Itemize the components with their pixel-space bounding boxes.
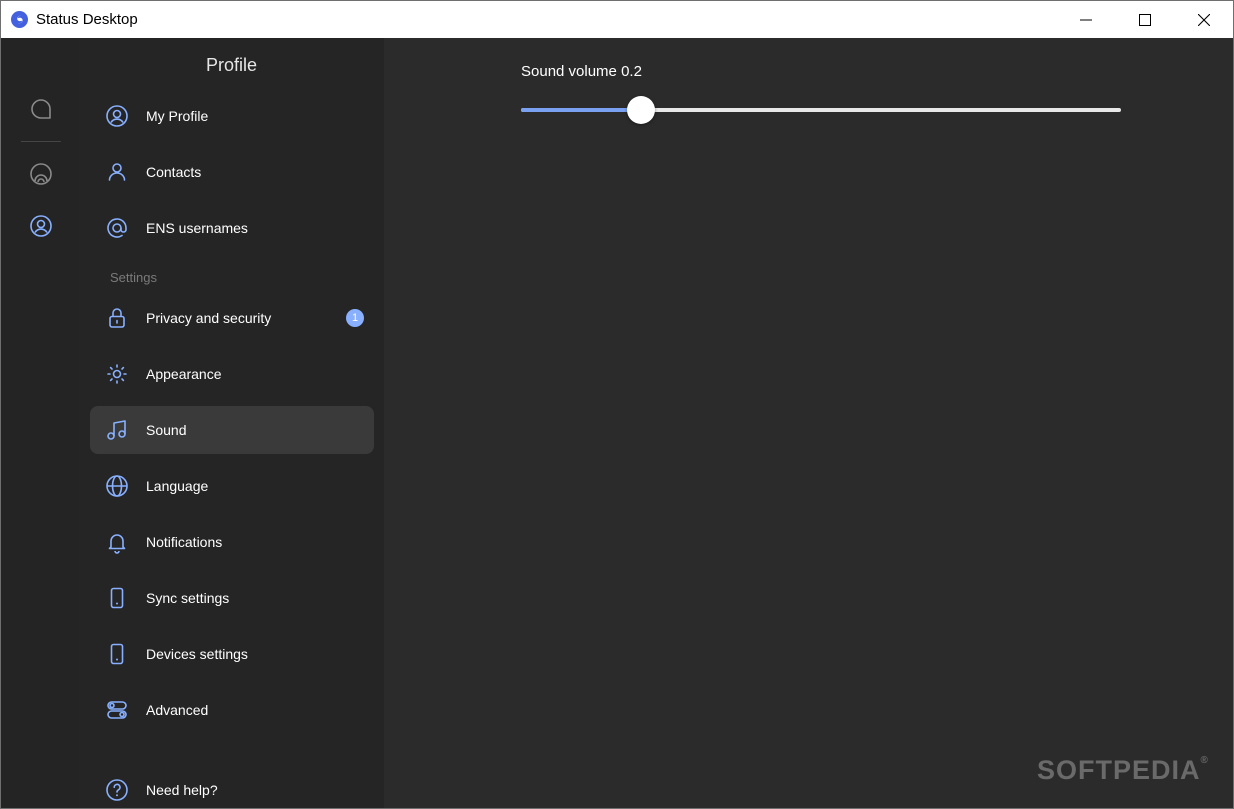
sidebar-item-label: Devices settings <box>146 646 248 662</box>
sidebar-item-contacts[interactable]: Contacts <box>90 148 374 196</box>
chat-bubble-icon <box>31 99 51 119</box>
sidebar-item-my-profile[interactable]: My Profile <box>90 92 374 140</box>
sidebar-item-sync-settings[interactable]: Sync settings <box>90 574 374 622</box>
registered-mark: ® <box>1200 755 1209 766</box>
softpedia-watermark: SOFTPEDIA® <box>1037 755 1209 786</box>
app-navigation-rail <box>1 38 79 808</box>
sound-volume-label: Sound volume 0.2 <box>521 63 642 80</box>
toggles-icon <box>107 701 127 719</box>
slider-fill <box>521 108 641 112</box>
sidebar-title: Profile <box>205 55 258 75</box>
rail-profile-button[interactable] <box>23 208 59 244</box>
sidebar-item-label: Privacy and security <box>146 310 272 326</box>
rail-browser-button[interactable] <box>23 156 59 192</box>
maximize-button[interactable] <box>1116 1 1174 38</box>
sidebar-item-label: Appearance <box>146 366 222 382</box>
sound-volume-slider[interactable] <box>521 96 1121 124</box>
notification-badge: 1 <box>346 309 364 327</box>
rail-divider <box>21 141 61 142</box>
sidebar-item-label: Advanced <box>146 702 209 718</box>
profile-sidebar: Profile My Profile Contacts ENS username… <box>79 38 384 808</box>
sidebar-item-ens-usernames[interactable]: ENS usernames <box>90 204 374 252</box>
maximize-icon <box>1139 13 1151 26</box>
window-title: Status Desktop <box>36 11 138 28</box>
close-button[interactable] <box>1175 1 1233 38</box>
sidebar-item-label: Notifications <box>146 534 223 550</box>
rail-chat-button[interactable] <box>23 91 59 127</box>
globe-icon <box>106 475 128 497</box>
sidebar-item-notifications[interactable]: Notifications <box>90 518 374 566</box>
bell-icon <box>108 534 126 554</box>
profile-icon <box>30 215 52 237</box>
settings-section-label: Settings <box>110 270 157 285</box>
sidebar-item-label: Sound <box>146 422 187 438</box>
sound-settings-panel: Sound volume 0.2 <box>384 38 1233 808</box>
sidebar-item-advanced[interactable]: Advanced <box>90 686 374 734</box>
sidebar-item-label: ENS usernames <box>146 220 248 236</box>
mobile-device-icon <box>110 643 124 665</box>
sun-icon <box>107 364 127 384</box>
sidebar-item-label: Sync settings <box>146 590 230 606</box>
sidebar-item-label: Language <box>146 478 209 494</box>
profile-circle-icon <box>106 105 128 127</box>
dapp-browser-icon <box>30 163 52 185</box>
status-logo-icon <box>11 11 28 28</box>
lock-icon <box>109 308 125 328</box>
sidebar-item-label: My Profile <box>146 108 209 124</box>
app-window: Status Desktop Profile My Profile Contac… <box>0 0 1234 809</box>
sidebar-item-label: Contacts <box>146 164 202 180</box>
mobile-sync-icon <box>110 587 124 609</box>
minimize-icon <box>1080 19 1092 20</box>
watermark-text: SOFTPEDIA <box>1037 755 1201 785</box>
slider-thumb[interactable] <box>627 96 655 124</box>
help-icon <box>106 779 128 801</box>
music-note-icon <box>107 420 126 440</box>
sidebar-item-need-help[interactable]: Need help? <box>90 766 374 808</box>
minimize-button[interactable] <box>1057 1 1115 38</box>
at-sign-icon <box>107 218 127 238</box>
sidebar-item-devices-settings[interactable]: Devices settings <box>90 630 374 678</box>
sidebar-item-sound[interactable]: Sound <box>90 406 374 454</box>
sidebar-item-privacy-and-security[interactable]: Privacy and security 1 <box>90 294 374 342</box>
sidebar-item-appearance[interactable]: Appearance <box>90 350 374 398</box>
sidebar-item-language[interactable]: Language <box>90 462 374 510</box>
contact-icon <box>108 163 126 181</box>
close-icon <box>1198 13 1210 26</box>
title-bar: Status Desktop <box>1 1 1233 38</box>
sidebar-item-label: Need help? <box>146 782 218 798</box>
